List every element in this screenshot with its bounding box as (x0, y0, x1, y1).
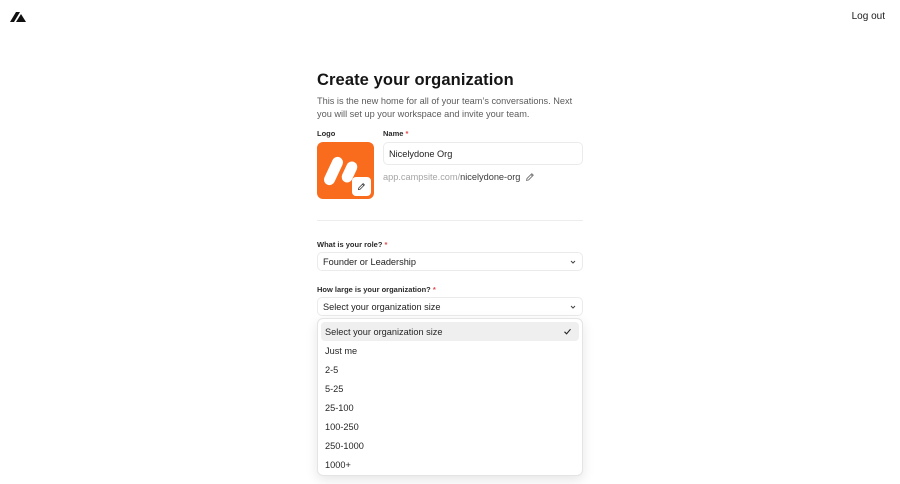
chevron-down-icon (569, 258, 577, 266)
slug-prefix: app.campsite.com/ (383, 172, 461, 182)
size-option[interactable]: 25-100 (321, 398, 579, 417)
org-logo-upload[interactable] (317, 142, 374, 199)
role-label: What is your role? * (317, 240, 388, 249)
name-label: Name * (383, 129, 409, 138)
size-option-label: Just me (325, 345, 358, 356)
slug-handle: nicelydone-org (460, 172, 521, 182)
slug-edit-button[interactable] (525, 172, 535, 182)
size-option-label: Select your organization size (325, 326, 443, 337)
page-title: Create your organization (317, 71, 514, 89)
page-subtitle: This is the new home for all of your tea… (317, 96, 573, 119)
size-option-label: 5-25 (325, 383, 344, 394)
size-option[interactable]: 2-5 (321, 360, 579, 379)
check-icon (564, 328, 571, 335)
size-option[interactable]: 100-250 (321, 417, 579, 436)
org-url-slug: app.campsite.com/nicelydone-org (383, 172, 535, 182)
size-option[interactable]: Select your organization size (321, 322, 579, 341)
size-option[interactable]: 5-25 (321, 379, 579, 398)
section-divider (317, 220, 583, 221)
size-select-value: Select your organization size (323, 301, 441, 312)
size-label: How large is your organization? * (317, 285, 436, 294)
pencil-icon (526, 173, 535, 181)
chevron-down-icon (569, 303, 577, 311)
size-option[interactable]: Just me (321, 341, 579, 360)
size-option-label: 250-1000 (325, 440, 364, 451)
size-option[interactable]: 250-1000 (321, 436, 579, 455)
required-mark: * (432, 285, 436, 294)
size-option-label: 2-5 (325, 364, 339, 375)
logo-label: Logo (317, 129, 336, 138)
app-logo-icon[interactable] (10, 12, 26, 22)
org-name-input[interactable] (383, 142, 583, 165)
size-option-label: 25-100 (325, 402, 354, 413)
size-option-label: 1000+ (325, 459, 351, 470)
required-mark: * (384, 240, 388, 249)
size-select[interactable]: Select your organization size (317, 297, 583, 316)
role-select-value: Founder or Leadership (323, 256, 416, 267)
role-select[interactable]: Founder or Leadership (317, 252, 583, 271)
size-option-label: 100-250 (325, 421, 359, 432)
pencil-icon (357, 183, 365, 191)
required-mark: * (405, 129, 409, 138)
size-option[interactable]: 1000+ (321, 455, 579, 474)
size-dropdown-menu: Select your organization size Just me 2-… (317, 318, 583, 476)
logo-edit-button[interactable] (352, 177, 371, 196)
logout-link[interactable]: Log out (852, 11, 885, 22)
